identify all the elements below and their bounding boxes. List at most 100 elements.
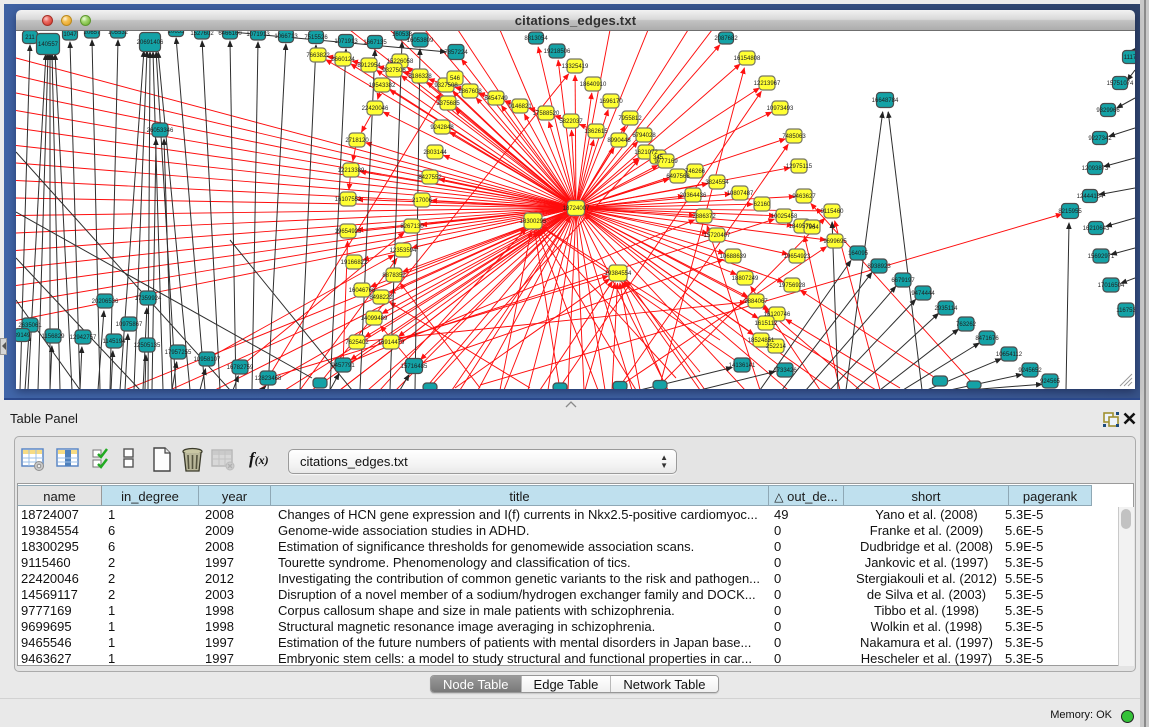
svg-text:6794028: 6794028 bbox=[632, 133, 656, 139]
svg-text:20657: 20657 bbox=[84, 31, 101, 36]
svg-text:9242848: 9242848 bbox=[430, 125, 454, 131]
svg-text:9699695: 9699695 bbox=[823, 239, 847, 245]
svg-text:1066713: 1066713 bbox=[274, 34, 298, 40]
svg-text:15751074: 15751074 bbox=[1107, 81, 1134, 87]
svg-text:8990448: 8990448 bbox=[607, 138, 631, 144]
svg-text:14099489: 14099489 bbox=[361, 316, 388, 322]
svg-text:9245652: 9245652 bbox=[1018, 368, 1042, 374]
svg-text:1156829: 1156829 bbox=[42, 334, 66, 340]
svg-text:8215955: 8215955 bbox=[1058, 209, 1082, 215]
svg-text:1047: 1047 bbox=[63, 32, 77, 38]
svg-text:3824554: 3824554 bbox=[705, 180, 729, 186]
svg-text:5822037: 5822037 bbox=[559, 119, 583, 125]
svg-text:217006: 217006 bbox=[412, 198, 433, 204]
svg-text:22420046: 22420046 bbox=[362, 106, 389, 112]
svg-text:18724007: 18724007 bbox=[563, 206, 590, 212]
svg-text:2935114: 2935114 bbox=[935, 306, 959, 312]
svg-text:164095: 164095 bbox=[848, 251, 869, 257]
svg-text:10975867: 10975867 bbox=[116, 322, 143, 328]
svg-text:1615112: 1615112 bbox=[755, 321, 779, 327]
svg-text:9463627: 9463627 bbox=[792, 194, 816, 200]
svg-text:16120746: 16120746 bbox=[764, 312, 791, 318]
svg-text:9884067: 9884067 bbox=[744, 299, 768, 305]
svg-text:10958107: 10958107 bbox=[194, 357, 221, 363]
svg-text:10543382: 10543382 bbox=[369, 83, 396, 89]
svg-text:19654923: 19654923 bbox=[784, 254, 811, 260]
svg-text:763262: 763262 bbox=[956, 322, 977, 328]
svg-text:19384554: 19384554 bbox=[605, 271, 632, 277]
svg-text:19166822: 19166822 bbox=[341, 260, 368, 266]
svg-text:8878352: 8878352 bbox=[382, 273, 406, 279]
svg-text:8267130: 8267130 bbox=[400, 224, 424, 230]
svg-text:1145194: 1145194 bbox=[103, 339, 127, 345]
svg-text:746266: 746266 bbox=[685, 169, 706, 175]
svg-text:9474444: 9474444 bbox=[911, 291, 935, 297]
svg-text:26053346: 26053346 bbox=[147, 128, 174, 134]
svg-text:7663822: 7663822 bbox=[306, 53, 330, 59]
svg-text:14136141: 14136141 bbox=[729, 363, 756, 369]
svg-text:19654925: 19654925 bbox=[335, 229, 362, 235]
svg-text:20206536: 20206536 bbox=[92, 299, 119, 305]
svg-text:20364436: 20364436 bbox=[680, 193, 707, 199]
svg-text:7955812: 7955812 bbox=[618, 116, 642, 122]
svg-text:19756928: 19756928 bbox=[779, 283, 806, 289]
svg-text:2635061: 2635061 bbox=[18, 323, 42, 329]
svg-text:62160: 62160 bbox=[754, 202, 771, 208]
svg-text:10654112: 10654112 bbox=[996, 352, 1023, 358]
svg-text:9457791: 9457791 bbox=[331, 363, 355, 369]
svg-text:8471676: 8471676 bbox=[975, 336, 999, 342]
svg-text:2803144: 2803144 bbox=[423, 150, 447, 156]
svg-text:924565: 924565 bbox=[1040, 379, 1061, 385]
svg-text:2087682: 2087682 bbox=[714, 36, 738, 42]
svg-text:18807249: 18807249 bbox=[732, 276, 759, 282]
svg-text:15716485: 15716485 bbox=[401, 364, 428, 370]
svg-text:16046766: 16046766 bbox=[349, 288, 376, 294]
svg-text:16914479: 16914479 bbox=[378, 340, 405, 346]
svg-text:2867608: 2867608 bbox=[458, 89, 482, 95]
svg-text:13325419: 13325419 bbox=[562, 64, 589, 70]
svg-text:9327508: 9327508 bbox=[434, 83, 458, 89]
svg-text:8454749: 8454749 bbox=[484, 96, 508, 102]
svg-text:39149: 39149 bbox=[16, 333, 31, 339]
svg-text:8813054: 8813054 bbox=[524, 36, 548, 42]
svg-text:1362615: 1362615 bbox=[584, 129, 608, 135]
svg-text:15226058: 15226058 bbox=[387, 59, 414, 65]
svg-text:17016504: 17016504 bbox=[1098, 283, 1125, 289]
svg-text:9146821: 9146821 bbox=[508, 104, 532, 110]
svg-text:7857224: 7857224 bbox=[444, 50, 468, 56]
svg-text:3375685: 3375685 bbox=[436, 101, 460, 107]
svg-text:211: 211 bbox=[25, 35, 35, 41]
svg-text:16648784: 16648784 bbox=[872, 98, 899, 104]
svg-text:12505135: 12505135 bbox=[134, 343, 161, 349]
svg-text:12213967: 12213967 bbox=[754, 81, 781, 87]
svg-text:9329966: 9329966 bbox=[1096, 108, 1120, 114]
svg-text:15692971: 15692971 bbox=[1088, 254, 1115, 260]
svg-text:16053809: 16053809 bbox=[407, 38, 434, 44]
svg-text:16210643: 16210643 bbox=[1083, 226, 1110, 232]
svg-text:15720407: 15720407 bbox=[704, 233, 731, 239]
svg-text:1667135: 1667135 bbox=[363, 40, 387, 46]
svg-text:12444154: 12444154 bbox=[1077, 194, 1104, 200]
svg-text:140557: 140557 bbox=[38, 42, 59, 48]
svg-text:8660124: 8660124 bbox=[331, 57, 355, 63]
svg-text:12823468: 12823468 bbox=[255, 376, 282, 382]
svg-text:6679197: 6679197 bbox=[891, 278, 915, 284]
svg-text:116753: 116753 bbox=[1116, 308, 1135, 314]
svg-text:9777169: 9777169 bbox=[654, 159, 678, 165]
svg-text:2718120: 2718120 bbox=[345, 138, 369, 144]
svg-text:20691406: 20691406 bbox=[137, 40, 164, 46]
svg-text:1071913: 1071913 bbox=[246, 32, 270, 38]
svg-text:16782759: 16782759 bbox=[227, 365, 254, 371]
svg-text:105532: 105532 bbox=[108, 31, 129, 36]
svg-text:10688639: 10688639 bbox=[720, 254, 747, 260]
svg-text:1071913: 1071913 bbox=[334, 39, 358, 45]
svg-text:12093873: 12093873 bbox=[1082, 166, 1109, 172]
svg-text:12353594: 12353594 bbox=[390, 248, 417, 254]
svg-text:17957255: 17957255 bbox=[165, 350, 192, 356]
svg-text:1117: 1117 bbox=[1124, 55, 1135, 61]
svg-text:18640910: 18640910 bbox=[580, 82, 607, 88]
svg-text:1733426: 1733426 bbox=[773, 368, 797, 374]
svg-text:12975115: 12975115 bbox=[786, 164, 813, 170]
svg-text:18300295: 18300295 bbox=[520, 219, 547, 225]
svg-text:10655: 10655 bbox=[168, 31, 185, 35]
